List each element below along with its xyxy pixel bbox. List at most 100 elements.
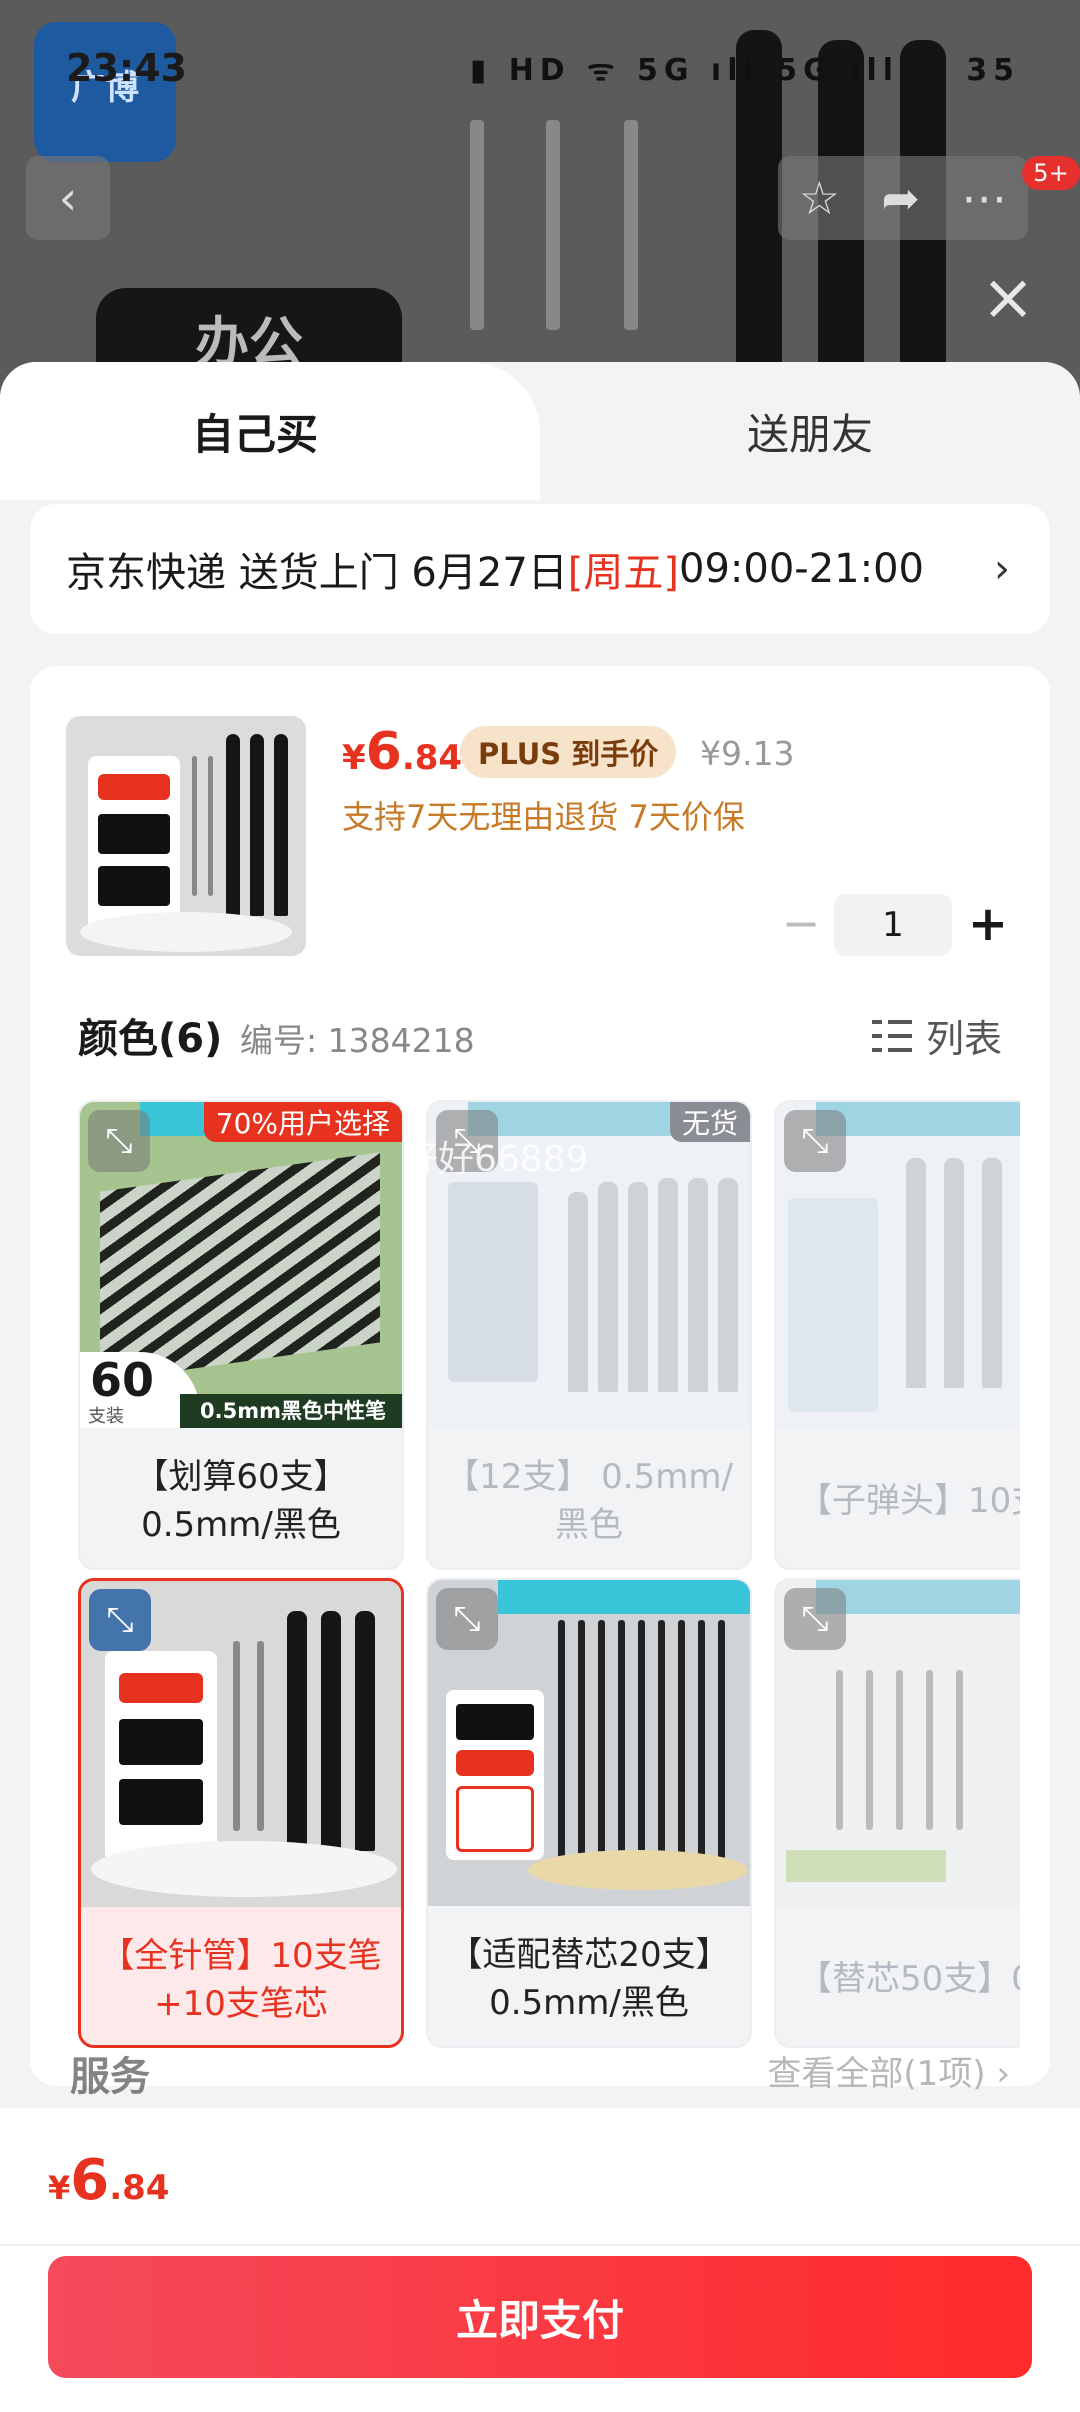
pay-now-button[interactable]: 立即支付 — [48, 2256, 1032, 2378]
popular-flag: 70%用户选择 — [203, 1102, 402, 1142]
option-pen — [598, 1182, 618, 1392]
option-pen — [321, 1611, 341, 1851]
price-symbol: ¥ — [342, 738, 366, 778]
back-button[interactable]: ‹ — [26, 156, 110, 240]
list-view-toggle[interactable]: 列表 — [871, 1008, 1002, 1063]
delivery-weekday: [周五] — [567, 550, 679, 596]
list-icon — [871, 1016, 912, 1056]
option-pen — [688, 1178, 708, 1392]
option-refill — [718, 1620, 725, 1860]
delivery-info: 京东快递 送货上门 6月27日 [周五] 09:00-21:00 — [66, 504, 924, 634]
price-dec: .84 — [401, 738, 463, 778]
option-refill — [598, 1620, 605, 1860]
thumb-refill — [208, 756, 213, 896]
watermark-text: 好好66889 — [402, 1139, 589, 1180]
status-icons: ▮ HD ᯤ 5G ıll 5G ıll ▭ 35 — [469, 53, 1020, 88]
option-refill — [678, 1620, 685, 1860]
option-banner — [816, 1102, 1020, 1136]
service-view-all[interactable]: 查看全部(1项) › — [767, 2046, 1010, 2095]
option-refill — [836, 1670, 843, 1830]
close-icon[interactable]: × — [980, 266, 1036, 330]
option-pen — [658, 1178, 678, 1392]
quantity-decrease-button[interactable]: − — [776, 900, 826, 950]
option-banner — [498, 1580, 750, 1614]
option-box — [448, 1182, 538, 1382]
thumb-pen — [226, 734, 240, 916]
delivery-row[interactable]: 京东快递 送货上门 6月27日 [周五] 09:00-21:00 › — [30, 504, 1050, 634]
delivery-time: 09:00-21:00 — [679, 546, 924, 592]
more-badge: 5+ — [1022, 156, 1080, 190]
chevron-left-icon: ‹ — [58, 171, 78, 225]
hero-refill — [546, 120, 560, 330]
option-pen — [718, 1178, 738, 1392]
option-banner — [816, 1580, 1020, 1614]
tab-buy-self[interactable]: 自己买 — [0, 362, 540, 500]
total-price-symbol: ¥ — [48, 2169, 71, 2207]
expand-icon[interactable]: ⤡ — [784, 1110, 846, 1172]
total-price-dec: .84 — [109, 2168, 170, 2208]
option-tile[interactable]: ⤡ 【全针管】10支笔+10支笔芯 — [78, 1578, 404, 2048]
option-refill — [638, 1620, 645, 1860]
spec-code: 编号: 1384218 — [240, 1021, 475, 1060]
expand-icon[interactable]: ⤡ — [784, 1588, 846, 1650]
option-stand — [528, 1850, 748, 1890]
option-refill — [578, 1620, 585, 1860]
option-tile[interactable]: ⤡ 【子弹头】10支笔+10支笔芯 — [774, 1100, 1020, 1570]
quantity-increase-button[interactable]: + — [960, 896, 1016, 952]
option-refill — [558, 1620, 565, 1860]
star-icon[interactable]: ☆ — [799, 171, 840, 225]
share-icon[interactable]: ➦ — [881, 171, 920, 225]
service-section-title: 服务 — [70, 2054, 150, 2100]
option-pen — [287, 1611, 307, 1851]
option-box — [788, 1198, 878, 1412]
spec-title: 颜色(6) — [78, 1016, 223, 1062]
expand-icon[interactable]: ⤡ — [89, 1589, 151, 1651]
option-pen — [944, 1158, 964, 1388]
tab-gift-friend[interactable]: 送朋友 — [540, 362, 1080, 500]
option-label: 【全针管】10支笔+10支笔芯 — [100, 1936, 382, 2024]
thumb-stand — [80, 912, 292, 952]
brand-logo: 广博 — [34, 22, 176, 162]
option-caption: 0.5mm黑色中性笔 — [180, 1394, 402, 1428]
plus-price-tag: PLUS 到手价 — [460, 726, 677, 778]
chevron-right-icon: › — [994, 546, 1010, 592]
option-tile[interactable]: ⤡ 【替芯50支】0.5mm/黑色 — [774, 1578, 1020, 2048]
option-refill — [926, 1670, 933, 1830]
option-tile[interactable]: ⤡ 【适配替芯20支】0.5mm/黑色 — [426, 1578, 752, 2048]
expand-icon[interactable]: ⤡ — [436, 1588, 498, 1650]
hero-action-group: ☆ ➦ ⋯ — [778, 156, 1028, 240]
thumb-pen — [274, 734, 288, 916]
option-label: 【12支】 0.5mm/黑色 — [445, 1457, 733, 1545]
bottom-pay-bar: ¥6.84 立即支付 — [0, 2108, 1080, 2412]
option-pen — [982, 1158, 1002, 1388]
status-time: 23:43 — [66, 46, 187, 90]
total-price: ¥6.84 — [48, 2148, 169, 2213]
thumb-pen — [250, 734, 264, 916]
total-price-int: 6 — [70, 2148, 110, 2213]
thumb-refill — [192, 756, 197, 896]
option-pen — [628, 1182, 648, 1392]
guarantee-text: 支持7天无理由退货 7天价保 — [342, 798, 745, 836]
expand-icon[interactable]: ⤡ — [88, 1110, 150, 1172]
purchase-sheet: 自己买 送朋友 京东快递 送货上门 6月27日 [周五] 09:00-21:00… — [0, 362, 1080, 2412]
option-label: 【适配替芯20支】0.5mm/黑色 — [448, 1935, 730, 2023]
option-label: 【替芯50支】0.5mm/黑色 — [798, 1959, 1020, 1999]
option-refill — [658, 1620, 665, 1860]
out-of-stock-flag: 无货 — [669, 1102, 750, 1142]
count-unit: 支装 — [88, 1406, 124, 1427]
option-label: 【子弹头】10支笔+10支笔芯 — [798, 1481, 1020, 1521]
option-refill — [896, 1670, 903, 1830]
option-refill — [866, 1670, 873, 1830]
option-refill — [618, 1620, 625, 1860]
original-price: ¥9.13 — [700, 734, 795, 773]
option-refill — [233, 1641, 240, 1831]
more-icon[interactable]: ⋯ — [961, 171, 1007, 225]
option-pack-label — [446, 1690, 544, 1860]
quantity-value[interactable]: 1 — [834, 894, 952, 956]
option-refill — [257, 1641, 264, 1831]
option-pen — [906, 1158, 926, 1388]
option-refill — [956, 1670, 963, 1830]
option-tile[interactable]: 60 支装 0.5mm黑色中性笔 ⤡ 70%用户选择 【划算60支】0.5mm/… — [78, 1100, 404, 1570]
product-thumbnail[interactable] — [66, 716, 306, 956]
product-price: ¥6.84 — [342, 722, 462, 782]
